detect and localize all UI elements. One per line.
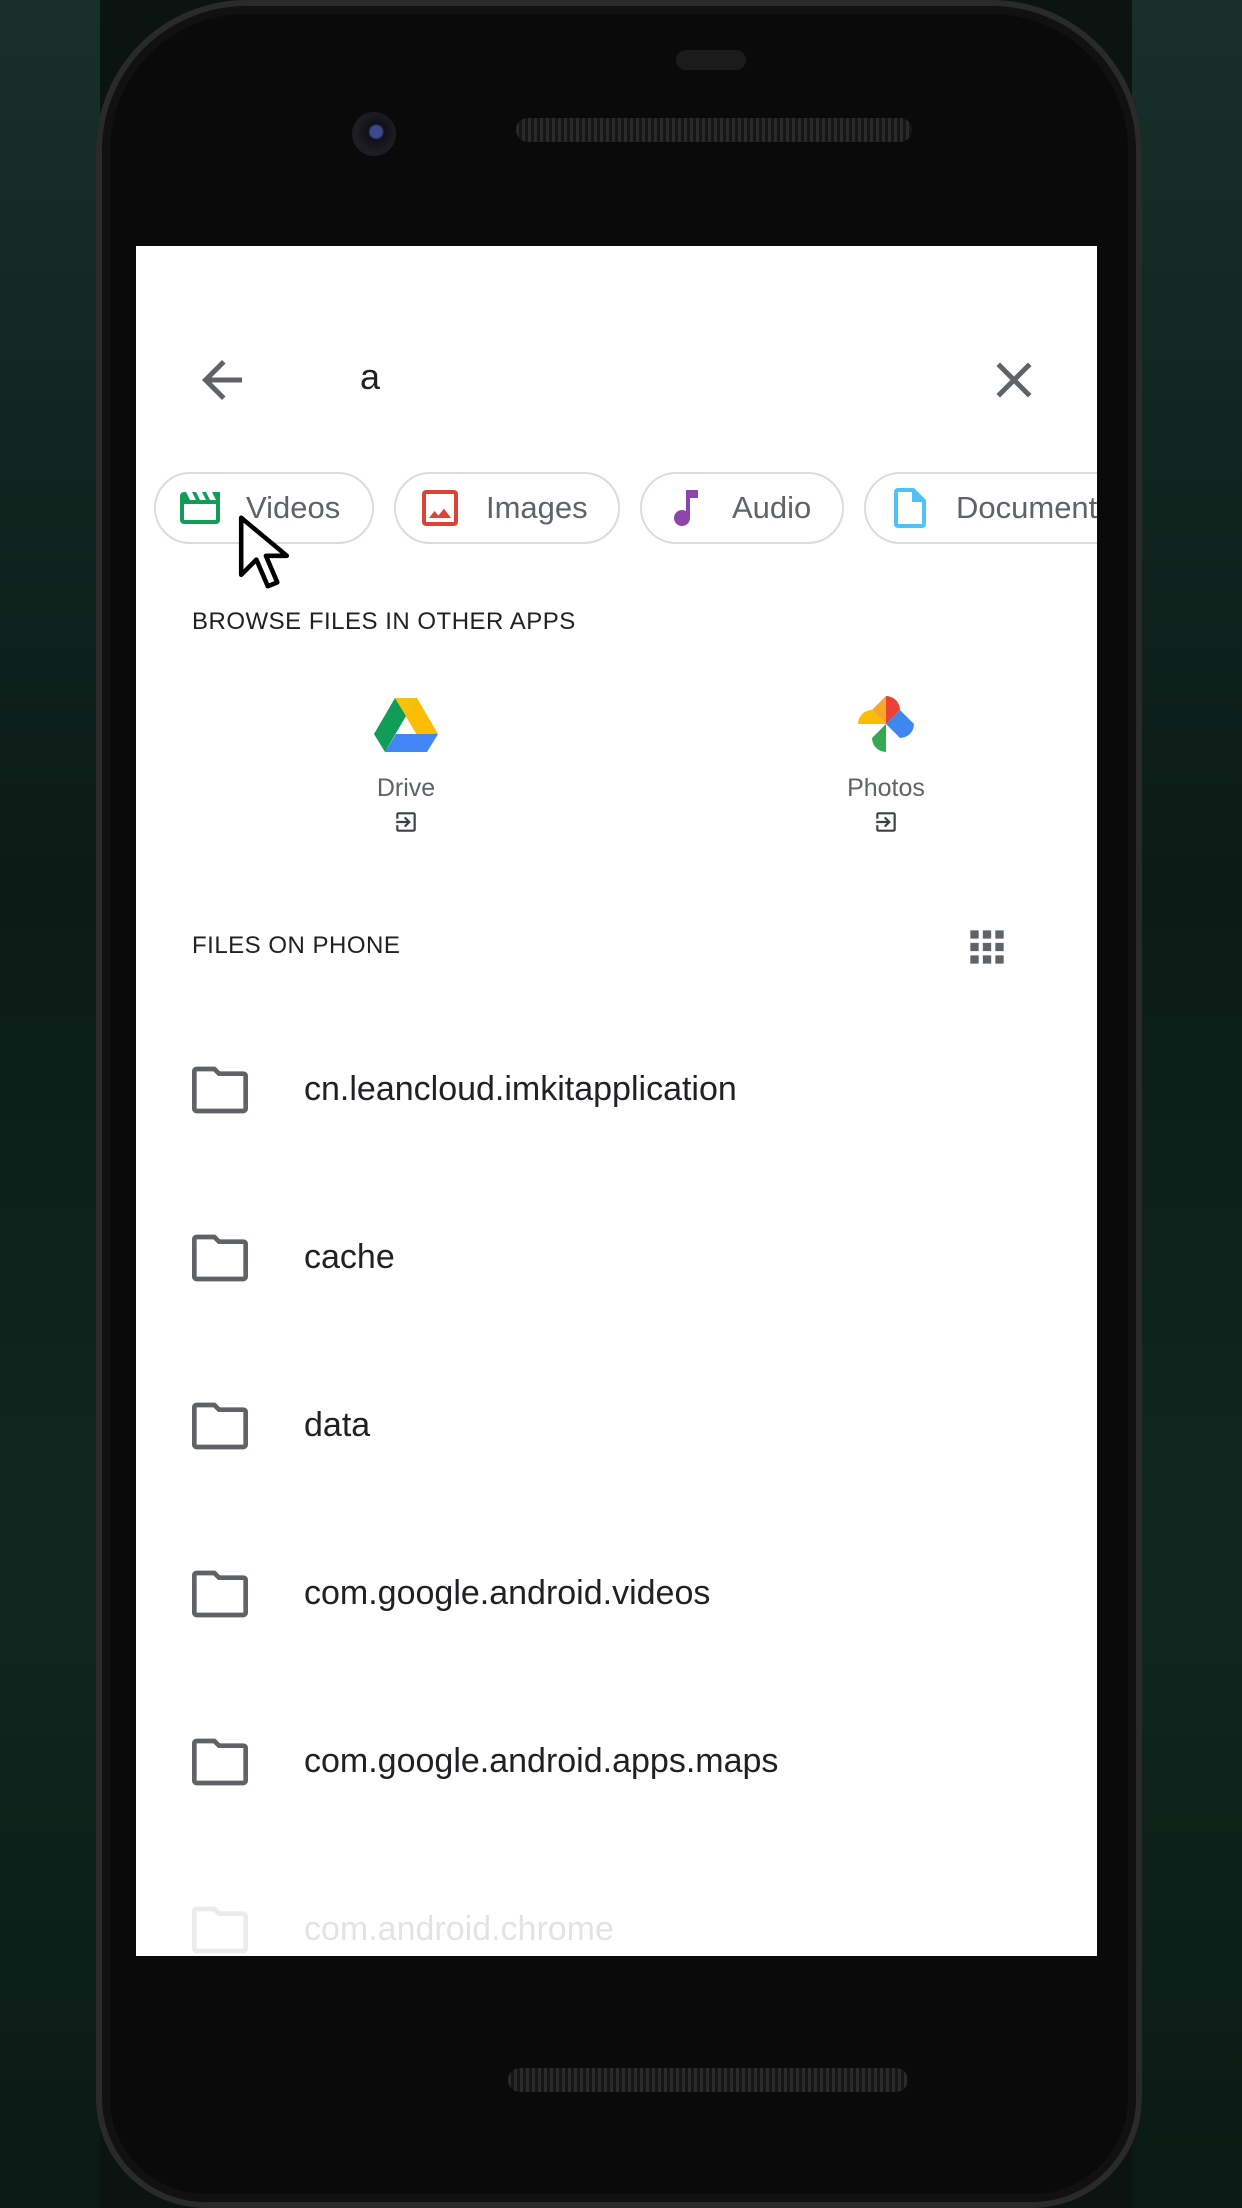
chip-documents[interactable]: Documents — [864, 472, 1097, 544]
file-row[interactable]: com.google.android.apps.maps — [136, 1686, 1097, 1854]
chip-label: Audio — [732, 490, 812, 525]
app-label: Drive — [376, 774, 436, 802]
search-input[interactable]: a — [360, 356, 380, 398]
chip-audio[interactable]: Audio — [640, 472, 844, 544]
file-row[interactable]: com.android.chrome — [136, 1854, 1097, 1956]
chip-images[interactable]: Images — [394, 472, 620, 544]
close-icon — [996, 362, 1032, 398]
file-name: com.android.chrome — [304, 1910, 614, 1948]
mouse-cursor-icon — [238, 515, 290, 589]
proximity-sensor — [676, 50, 746, 70]
grid-view-icon — [970, 930, 1004, 964]
file-row[interactable]: data — [136, 1350, 1097, 1518]
back-button[interactable] — [192, 350, 252, 410]
audio-icon — [674, 490, 698, 526]
folder-icon — [192, 1402, 248, 1450]
clear-search-button[interactable] — [984, 350, 1044, 410]
browse-section-title: BROWSE FILES IN OTHER APPS — [192, 608, 576, 635]
arrow-back-icon — [202, 360, 242, 400]
filter-chips: Videos Images Audio Documents — [154, 472, 1097, 550]
chip-label: Documents — [956, 490, 1097, 525]
document-icon — [894, 488, 926, 528]
search-bar: a — [136, 326, 1097, 436]
file-list: cn.leancloud.imkitapplication cache data… — [136, 1014, 1097, 1956]
google-drive-icon — [374, 698, 438, 752]
background-left — [0, 0, 100, 2208]
file-name: com.google.android.videos — [304, 1574, 711, 1612]
app-screen: a Videos Images Audio Document BROWSE FI… — [136, 246, 1097, 1956]
app-tile-drive[interactable]: Drive — [296, 692, 516, 872]
google-photos-icon — [858, 696, 914, 752]
bottom-speaker — [508, 2068, 908, 2092]
background-right — [1132, 0, 1242, 2208]
file-name: com.google.android.apps.maps — [304, 1742, 779, 1780]
app-label: Photos — [847, 774, 925, 802]
open-external-icon — [396, 812, 416, 832]
image-icon — [422, 490, 458, 526]
file-row[interactable]: cache — [136, 1182, 1097, 1350]
video-icon — [180, 492, 220, 524]
earpiece-speaker — [516, 118, 912, 142]
file-name: cache — [304, 1238, 395, 1276]
app-tile-photos[interactable]: Photos — [776, 692, 996, 872]
folder-icon — [192, 1570, 248, 1618]
file-row[interactable]: cn.leancloud.imkitapplication — [136, 1014, 1097, 1182]
folder-icon — [192, 1066, 248, 1114]
file-name: data — [304, 1406, 371, 1444]
file-name: cn.leancloud.imkitapplication — [304, 1070, 737, 1108]
folder-icon — [192, 1906, 248, 1954]
open-external-icon — [876, 812, 896, 832]
folder-icon — [192, 1738, 248, 1786]
grid-view-button[interactable] — [962, 922, 1012, 972]
files-section-title: FILES ON PHONE — [192, 932, 401, 959]
chip-label: Images — [486, 490, 588, 525]
file-row[interactable]: com.google.android.videos — [136, 1518, 1097, 1686]
front-camera — [352, 112, 396, 156]
folder-icon — [192, 1234, 248, 1282]
